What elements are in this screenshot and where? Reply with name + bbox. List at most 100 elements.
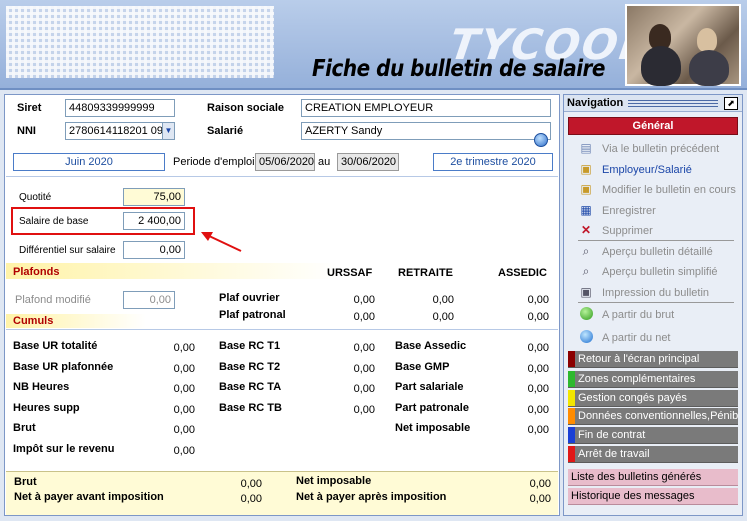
footer-net-imposable-label: Net imposable <box>296 475 372 487</box>
cumul-value: 0,00 <box>173 445 195 457</box>
app-header: TYCOON Fiche du bulletin de salaire <box>0 0 747 90</box>
navigation-titlebar: Navigation ⬈ <box>564 95 742 112</box>
nav-gestion-conges[interactable]: Gestion congés payés <box>568 390 738 407</box>
divider <box>6 329 558 330</box>
raison-sociale-input[interactable]: CREATION EMPLOYEUR <box>301 99 551 117</box>
cumul-label: Base UR totalité <box>13 340 98 352</box>
nav-historique-messages[interactable]: Historique des messages <box>568 488 738 505</box>
plafonds-header-bar <box>6 263 558 279</box>
cumul-value: 0,00 <box>527 342 549 354</box>
nav-donnees-conventionnelles[interactable]: Données conventionnelles,Pénibilité <box>568 408 738 425</box>
plafond-modifie-label: Plafond modifié <box>15 294 91 306</box>
printer-icon: ▣ <box>580 162 592 176</box>
cumul-label: Base RC TB <box>219 402 282 414</box>
col-assedic: ASSEDIC <box>498 267 547 279</box>
cumul-value: 0,00 <box>353 404 375 416</box>
totals-footer: Brut 0,00 Net à payer avant imposition 0… <box>6 471 558 515</box>
au-label: au <box>318 156 331 168</box>
salarie-label: Salarié <box>207 125 244 137</box>
nni-select[interactable]: 2780614118201 09 ▼ <box>65 122 175 140</box>
color-swatch <box>568 351 575 367</box>
chevron-down-icon[interactable]: ▼ <box>162 123 174 139</box>
cumul-label: Part salariale <box>395 381 464 393</box>
plaf-patronal-retraite: 0,00 <box>432 311 454 323</box>
cumul-value: 0,00 <box>173 404 195 416</box>
plaf-patronal-label: Plaf patronal <box>219 309 286 321</box>
red-arrow-annotation <box>201 232 242 252</box>
cumul-label: Part patronale <box>395 402 469 414</box>
plaf-patronal-urssaf: 0,00 <box>353 311 375 323</box>
color-swatch <box>568 408 575 424</box>
periode-emploi-label: Periode d'emploi <box>173 156 255 168</box>
header-mosaic-decoration <box>6 6 274 78</box>
preview-icon: ⌕ <box>582 244 590 258</box>
salaire-base-input[interactable]: 2 400,00 <box>123 212 185 230</box>
differentiel-input[interactable]: 0,00 <box>123 241 185 259</box>
salarie-input[interactable]: AZERTY Sandy <box>301 122 551 140</box>
cumul-label: Impôt sur le revenu <box>13 443 115 455</box>
nni-label: NNI <box>17 125 36 137</box>
quotite-input[interactable]: 75,00 <box>123 188 185 206</box>
period-end-input[interactable]: 30/06/2020 <box>337 153 399 171</box>
cumul-label: Base RC T2 <box>219 361 281 373</box>
footer-brut-label: Brut <box>14 476 37 488</box>
zoom-icon: ⌕ <box>582 264 590 278</box>
divider <box>6 176 558 177</box>
cumul-value: 0,00 <box>527 363 549 375</box>
nni-value: 2780614118201 09 <box>69 125 164 137</box>
cumul-label: Base RC T1 <box>219 340 281 352</box>
section-general[interactable]: Général <box>568 117 738 135</box>
cumul-value: 0,00 <box>527 424 549 436</box>
save-icon: ▦ <box>580 203 592 217</box>
footer-net-apres-label: Net à payer après imposition <box>296 491 447 503</box>
footer-brut-value: 0,00 <box>240 478 262 490</box>
titlebar-stripes <box>628 100 718 108</box>
cumuls-title: Cumuls <box>13 315 54 327</box>
printer-icon: ▣ <box>580 285 592 299</box>
plafond-modifie-input[interactable]: 0,00 <box>123 291 175 309</box>
plaf-ouvrier-label: Plaf ouvrier <box>219 292 280 304</box>
col-retraite: RETRAITE <box>398 267 453 279</box>
plaf-ouvrier-assedic: 0,00 <box>527 294 549 306</box>
footer-net-avant-label: Net à payer avant imposition <box>14 491 164 503</box>
navigation-panel: Navigation ⬈ Général ▤ Via le bulletin p… <box>563 94 743 516</box>
nav-divider <box>578 240 734 241</box>
cumul-label: Base UR plafonnée <box>13 361 114 373</box>
siret-label: Siret <box>17 102 42 114</box>
color-swatch <box>568 371 575 387</box>
differentiel-label: Différentiel sur salaire <box>19 245 116 256</box>
raison-sociale-label: Raison sociale <box>207 102 285 114</box>
cumul-value: 0,00 <box>353 363 375 375</box>
nav-retour-ecran-principal[interactable]: Retour à l'écran principal <box>568 351 738 368</box>
cumul-label: Base RC TA <box>219 381 282 393</box>
plafonds-title: Plafonds <box>13 266 60 278</box>
cumul-value: 0,00 <box>173 383 195 395</box>
cumul-label: Heures supp <box>13 402 80 414</box>
cumul-value: 0,00 <box>527 404 549 416</box>
cumul-value: 0,00 <box>173 424 195 436</box>
plaf-patronal-assedic: 0,00 <box>527 311 549 323</box>
color-swatch <box>568 390 575 406</box>
period-month-field[interactable]: Juin 2020 <box>13 153 165 171</box>
navigation-title: Navigation <box>567 97 624 109</box>
siret-input[interactable]: 44809339999999 <box>65 99 175 117</box>
nav-liste-bulletins[interactable]: Liste des bulletins générés <box>568 469 738 486</box>
nav-arret-travail[interactable]: Arrêt de travail <box>568 446 738 463</box>
help-globe-icon[interactable] <box>534 133 548 147</box>
expand-icon[interactable]: ⬈ <box>724 97 738 110</box>
cumul-label: Brut <box>13 422 36 434</box>
cumul-label: Base GMP <box>395 361 450 373</box>
printer-icon: ▣ <box>580 182 592 196</box>
col-urssaf: URSSAF <box>327 267 373 279</box>
cumul-label: NB Heures <box>13 381 70 393</box>
nav-zones-complementaires[interactable]: Zones complémentaires <box>568 371 738 388</box>
payslip-panel: Siret 44809339999999 Raison sociale CREA… <box>4 94 560 516</box>
salaire-base-label: Salaire de base <box>19 216 89 227</box>
trimestre-field[interactable]: 2e trimestre 2020 <box>433 153 553 171</box>
nav-fin-contrat[interactable]: Fin de contrat <box>568 427 738 444</box>
quotite-label: Quotité <box>19 192 52 203</box>
period-start-input[interactable]: 05/06/2020 <box>255 153 315 171</box>
footer-net-avant-value: 0,00 <box>240 493 262 505</box>
cumul-value: 0,00 <box>353 383 375 395</box>
cumul-value: 0,00 <box>173 342 195 354</box>
